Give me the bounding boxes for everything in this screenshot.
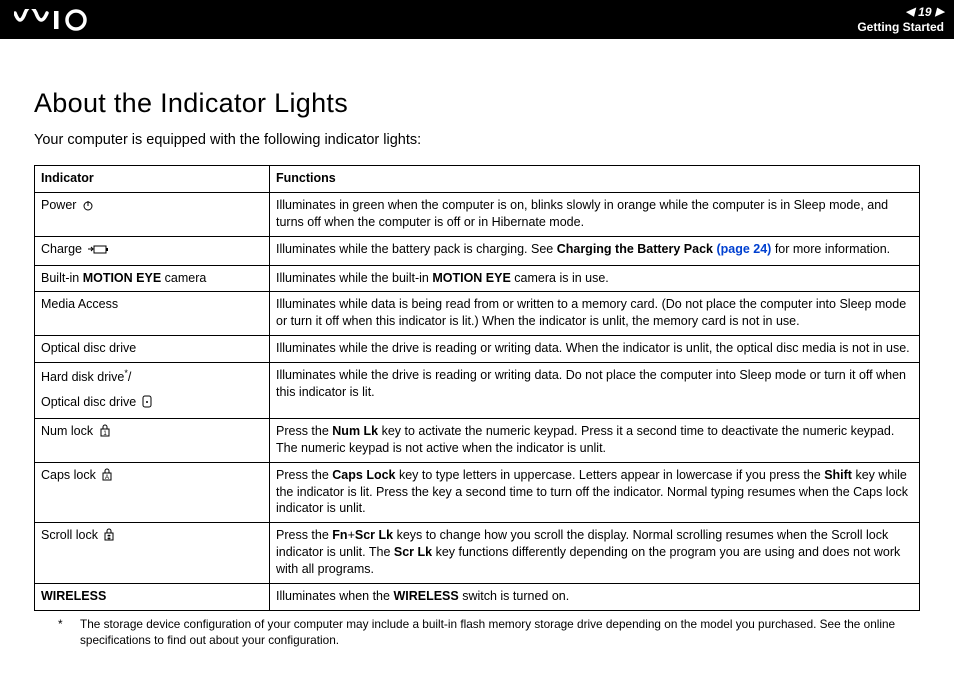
page-nav: ◀ 19 ▶	[857, 5, 944, 19]
breadcrumb: Getting Started	[857, 20, 944, 34]
header-bar: ◀ 19 ▶ Getting Started	[0, 0, 954, 39]
intro-text: Your computer is equipped with the follo…	[34, 131, 920, 151]
indicator-label: Power	[41, 198, 80, 212]
svg-text:A: A	[105, 475, 109, 481]
text: for more information.	[771, 242, 890, 256]
functions-cell: Illuminates when the WIRELESS switch is …	[270, 583, 920, 610]
functions-cell: Illuminates in green when the computer i…	[270, 192, 920, 236]
page-link[interactable]: (page 24)	[716, 242, 771, 256]
text-bold: Num Lk	[332, 424, 378, 438]
indicator-cell: Power	[35, 192, 270, 236]
text-bold: Charging the Battery Pack	[557, 242, 717, 256]
capslock-icon: A	[101, 468, 113, 486]
page-number: 19	[918, 5, 931, 19]
text-bold: Fn	[332, 528, 347, 542]
text: camera	[161, 271, 206, 285]
functions-cell: Illuminates while data is being read fro…	[270, 292, 920, 336]
text: Illuminates while the built-in	[276, 271, 432, 285]
functions-cell: Press the Fn+Scr Lk keys to change how y…	[270, 523, 920, 584]
charge-icon	[87, 243, 109, 260]
numlock-icon: 1	[99, 424, 111, 442]
indicator-cell: Charge	[35, 236, 270, 265]
disc-icon	[142, 395, 152, 413]
vaio-logo	[14, 9, 114, 31]
text-bold: MOTION EYE	[83, 271, 161, 285]
text-bold: WIRELESS	[393, 589, 458, 603]
text-bold: Shift	[824, 468, 852, 482]
indicator-label: Num lock	[41, 424, 97, 438]
functions-cell: Press the Caps Lock key to type letters …	[270, 462, 920, 523]
text: key to type letters in uppercase. Letter…	[396, 468, 825, 482]
table-row: Scroll lock Press the Fn+Scr Lk keys to …	[35, 523, 920, 584]
table-header-row: Indicator Functions	[35, 166, 920, 193]
col-header-indicator: Indicator	[35, 166, 270, 193]
indicator-label: WIRELESS	[41, 589, 106, 603]
functions-cell: Illuminates while the battery pack is ch…	[270, 236, 920, 265]
text: /	[128, 370, 131, 384]
table-row: Num lock 1 Press the Num Lk key to activ…	[35, 418, 920, 462]
indicator-cell: Built-in MOTION EYE camera	[35, 265, 270, 292]
indicator-cell: Media Access	[35, 292, 270, 336]
text: Illuminates when the	[276, 589, 393, 603]
prev-page-arrow[interactable]: ◀	[906, 6, 914, 19]
text-bold: MOTION EYE	[432, 271, 510, 285]
indicator-label: Built-in	[41, 271, 83, 285]
table-row: Power Illuminates in green when the comp…	[35, 192, 920, 236]
indicator-cell: Scroll lock	[35, 523, 270, 584]
functions-cell: Illuminates while the drive is reading o…	[270, 363, 920, 419]
indicator-cell: Optical disc drive	[35, 336, 270, 363]
table-row: Media Access Illuminates while data is b…	[35, 292, 920, 336]
indicator-label: Scroll lock	[41, 528, 101, 542]
table-row: Built-in MOTION EYE camera Illuminates w…	[35, 265, 920, 292]
functions-cell: Illuminates while the built-in MOTION EY…	[270, 265, 920, 292]
page-content: About the Indicator Lights Your computer…	[0, 39, 954, 649]
text-bold: Scr Lk	[355, 528, 393, 542]
footnote: * The storage device configuration of yo…	[58, 617, 920, 649]
indicator-cell: Hard disk drive*/ Optical disc drive	[35, 363, 270, 419]
col-header-functions: Functions	[270, 166, 920, 193]
page-title: About the Indicator Lights	[34, 85, 920, 121]
indicator-label: Caps lock	[41, 468, 99, 482]
indicator-cell: Caps lock A	[35, 462, 270, 523]
next-page-arrow[interactable]: ▶	[936, 6, 944, 19]
header-right: ◀ 19 ▶ Getting Started	[857, 5, 944, 34]
functions-cell: Press the Num Lk key to activate the num…	[270, 418, 920, 462]
table-row: Caps lock A Press the Caps Lock key to t…	[35, 462, 920, 523]
functions-cell: Illuminates while the drive is reading o…	[270, 336, 920, 363]
text: Illuminates while the battery pack is ch…	[276, 242, 557, 256]
indicator-label: Optical disc drive	[41, 395, 140, 409]
text: Press the	[276, 528, 332, 542]
indicator-cell: WIRELESS	[35, 583, 270, 610]
text: Press the	[276, 424, 332, 438]
footnote-text: The storage device configuration of your…	[80, 617, 910, 649]
power-icon	[82, 199, 94, 216]
table-row: Charge Illuminates while the battery pac…	[35, 236, 920, 265]
scrolllock-icon	[103, 528, 115, 546]
indicator-cell: Num lock 1	[35, 418, 270, 462]
indicator-label: Hard disk drive	[41, 370, 124, 384]
text: camera is in use.	[511, 271, 609, 285]
footnote-star: *	[58, 617, 66, 649]
table-row: Optical disc drive Illuminates while the…	[35, 336, 920, 363]
text: Press the	[276, 468, 332, 482]
indicators-table: Indicator Functions Power Illuminates in…	[34, 165, 920, 611]
table-row: WIRELESS Illuminates when the WIRELESS s…	[35, 583, 920, 610]
text: +	[348, 528, 355, 542]
text: switch is turned on.	[459, 589, 569, 603]
text-bold: Caps Lock	[332, 468, 395, 482]
table-row: Hard disk drive*/ Optical disc drive Ill…	[35, 363, 920, 419]
indicator-label: Charge	[41, 242, 85, 256]
text-bold: Scr Lk	[394, 545, 432, 559]
